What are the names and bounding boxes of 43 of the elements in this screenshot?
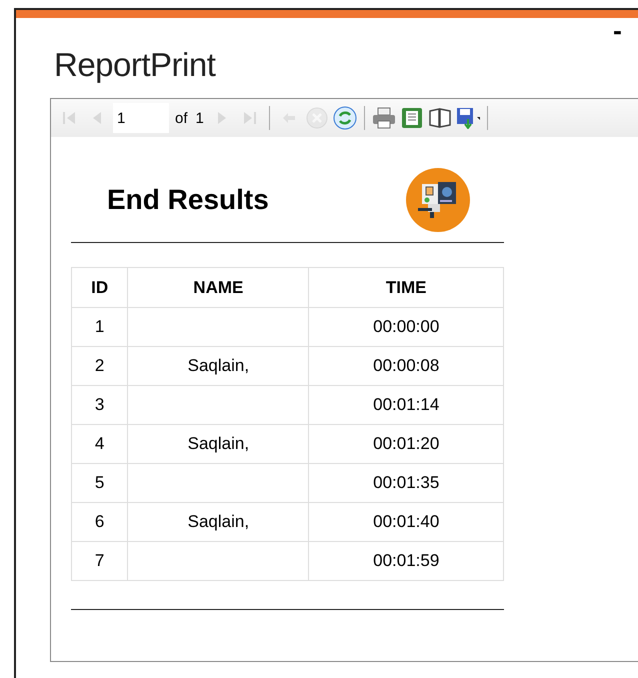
table-cell: Saqlain, [128, 502, 309, 542]
document-icon [400, 107, 423, 129]
table-cell: 00:01:20 [308, 424, 504, 464]
table-cell: 00:01:35 [308, 464, 504, 502]
stop-icon [306, 107, 328, 129]
last-page-icon [242, 110, 258, 126]
page-count: 1 [196, 110, 204, 126]
previous-page-icon [91, 110, 103, 126]
page-number-field[interactable]: 1 [113, 103, 169, 133]
next-page-icon [216, 110, 228, 126]
column-header: NAME [128, 268, 309, 308]
table-cell: 00:01:14 [308, 386, 504, 424]
action-camera-icon [406, 168, 470, 232]
table-cell: Saqlain, [128, 424, 309, 464]
save-dropdown-icon [456, 107, 480, 129]
table-cell: 3 [72, 386, 128, 424]
table-cell: 00:00:08 [308, 346, 504, 386]
layout-button[interactable] [400, 106, 424, 130]
first-page-icon [61, 110, 77, 126]
table-cell: 7 [72, 542, 128, 580]
table-cell: 00:01:59 [308, 542, 504, 580]
printer-icon [372, 107, 396, 129]
refresh-button[interactable] [332, 106, 357, 130]
table-cell: 1 [72, 308, 128, 346]
back-arrow-icon [282, 112, 296, 124]
table-cell: 00:01:40 [308, 502, 504, 542]
window-title: ReportPrint [54, 46, 216, 84]
book-icon [428, 108, 451, 128]
refresh-icon [332, 106, 357, 130]
minimize-button[interactable]: - [612, 20, 622, 45]
column-header: TIME [308, 268, 504, 308]
table-cell: 4 [72, 424, 128, 464]
column-header: ID [72, 268, 128, 308]
pagesetup-button[interactable] [428, 106, 452, 130]
table-cell: 6 [72, 502, 128, 542]
print-button[interactable] [372, 106, 396, 130]
table-cell: 2 [72, 346, 128, 386]
export-button[interactable] [456, 106, 480, 130]
table-cell: Saqlain, [128, 346, 309, 386]
report-title: End Results [107, 184, 269, 216]
of-label: of [175, 110, 188, 126]
table-cell: 5 [72, 464, 128, 502]
table-cell: 00:00:00 [308, 308, 504, 346]
